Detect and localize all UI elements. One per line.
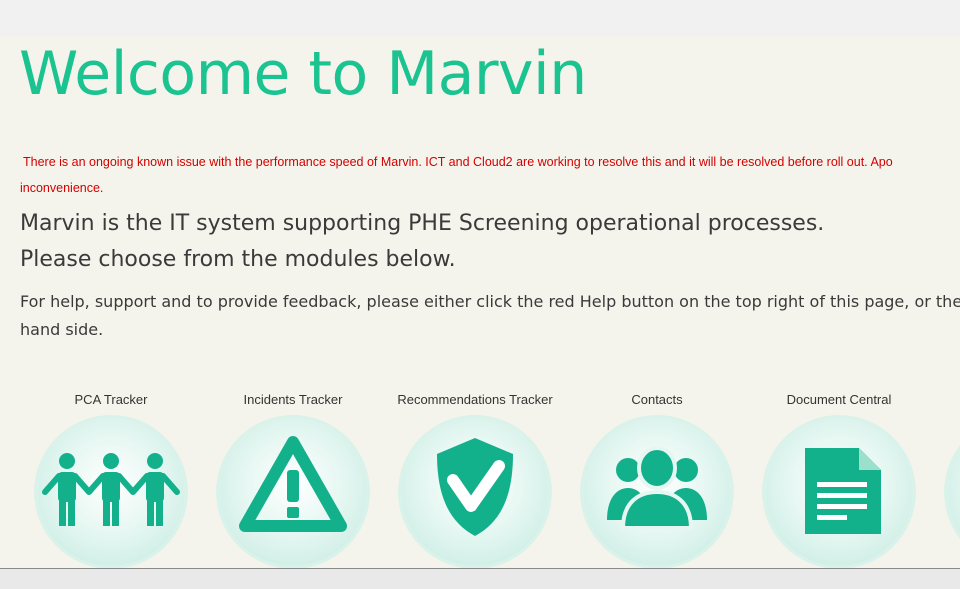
module-pca-tracker[interactable]: PCA Tracker: [20, 388, 202, 568]
module-recommendations-tracker[interactable]: Recommendations Tracker: [384, 388, 566, 568]
help-line-2: hand side.: [20, 320, 104, 339]
module-list: PCA Tracker Incidents Tracker Recommenda…: [0, 388, 960, 568]
module-label: Document Central: [786, 392, 892, 407]
warning-triangle-icon[interactable]: [219, 418, 367, 566]
module-label: PCA Tracker: [74, 392, 148, 407]
partial-module-icon[interactable]: [947, 418, 960, 566]
module-label: Incidents Tracker: [243, 392, 343, 407]
document-icon[interactable]: [765, 418, 913, 566]
notice-line-1: There is an ongoing known issue with the…: [23, 155, 893, 169]
intro-text: Marvin is the IT system supporting PHE S…: [20, 206, 824, 278]
intro-line-1: Marvin is the IT system supporting PHE S…: [20, 211, 825, 236]
help-line-1: For help, support and to provide feedbac…: [20, 292, 960, 311]
bottom-bar: [0, 568, 960, 589]
main-content: Welcome to Marvin There is an ongoing kn…: [0, 36, 960, 568]
module-partial[interactable]: [930, 388, 960, 568]
contacts-people-icon[interactable]: [583, 418, 731, 566]
intro-line-2: Please choose from the modules below.: [20, 247, 456, 272]
module-contacts[interactable]: Contacts: [566, 388, 748, 568]
people-group-icon[interactable]: [37, 418, 185, 566]
page-title: Welcome to Marvin: [19, 39, 587, 109]
module-incidents-tracker[interactable]: Incidents Tracker: [202, 388, 384, 568]
notice-line-2: inconvenience.: [20, 181, 104, 195]
shield-check-icon[interactable]: [401, 418, 549, 566]
help-text: For help, support and to provide feedbac…: [20, 288, 960, 344]
performance-notice: There is an ongoing known issue with the…: [20, 149, 960, 201]
module-label: Contacts: [631, 392, 683, 407]
module-document-central[interactable]: Document Central: [748, 388, 930, 568]
module-label: Recommendations Tracker: [397, 392, 553, 407]
top-bar: [0, 0, 960, 36]
